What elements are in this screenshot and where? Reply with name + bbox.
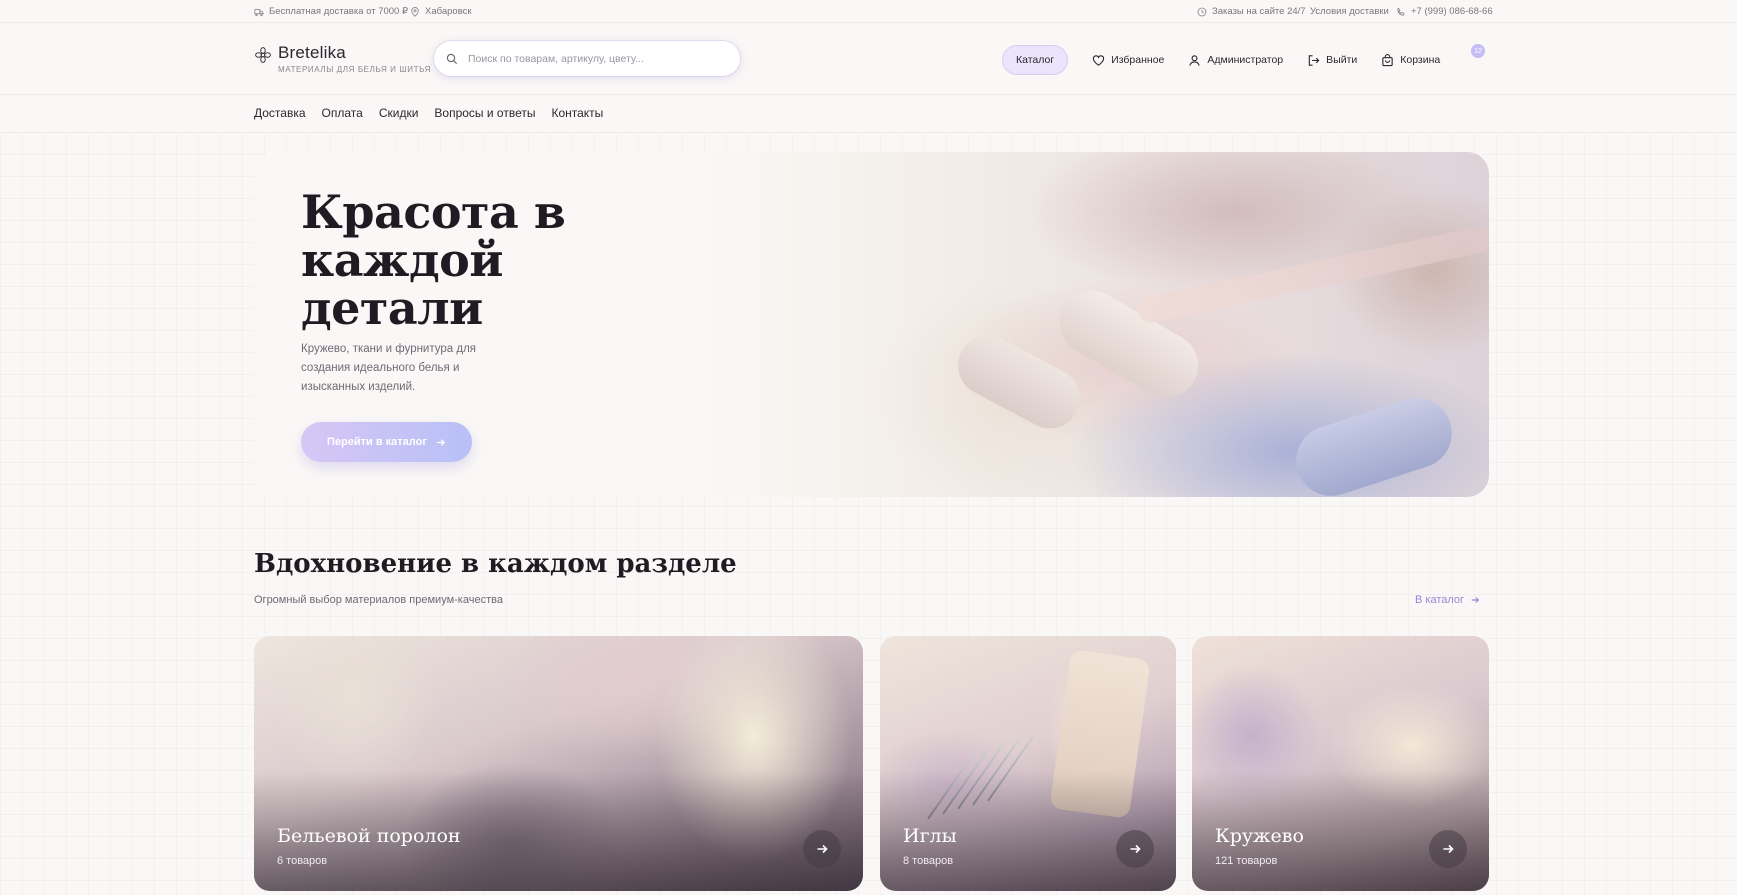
main-header: Bretelika МАТЕРИАЛЫ ДЛЯ БЕЛЬЯ И ШИТЬЯ Ка… — [0, 23, 1737, 95]
delivery-terms-link[interactable]: Условия доставки — [1310, 6, 1389, 17]
logout-button[interactable]: Выйти — [1307, 54, 1357, 67]
cart-label: Корзина — [1400, 54, 1441, 66]
category-card-lace[interactable]: Кружево 121 товаров — [1192, 636, 1489, 891]
arrow-right-icon — [1471, 597, 1480, 603]
category-open-button[interactable] — [803, 830, 841, 868]
truck-icon — [254, 8, 264, 16]
top-utility-bar: Бесплатная доставка от 7000 ₽ Хабаровск … — [0, 0, 1737, 23]
logo[interactable]: Bretelika МАТЕРИАЛЫ ДЛЯ БЕЛЬЯ И ШИТЬЯ — [254, 43, 431, 74]
nav-link-delivery[interactable]: Доставка — [254, 106, 306, 120]
phone-icon — [1397, 7, 1405, 16]
heart-icon — [1093, 54, 1105, 66]
hero-title: Красота в каждой детали — [301, 185, 566, 335]
phone-link[interactable]: +7 (999) 086-68-66 — [1396, 6, 1493, 17]
admin-button[interactable]: Администратор — [1188, 54, 1283, 67]
category-open-button[interactable] — [1429, 830, 1467, 868]
category-count: 8 товаров — [903, 855, 954, 867]
category-title: Бельевой поролон — [277, 825, 461, 847]
go-to-catalog-button[interactable]: Перейти в каталог — [301, 422, 472, 462]
category-title: Иглы — [903, 825, 957, 847]
section-catalog-link-label: В каталог — [1415, 594, 1465, 606]
nav-link-contacts[interactable]: Контакты — [551, 106, 603, 120]
logo-tagline: МАТЕРИАЛЫ ДЛЯ БЕЛЬЯ И ШИТЬЯ — [278, 65, 431, 74]
arrow-right-icon — [817, 844, 828, 854]
cart-button[interactable]: Корзина — [1381, 53, 1441, 67]
logo-name: Bretelika — [278, 43, 346, 62]
arrow-right-icon — [436, 438, 445, 446]
nav-link-faq[interactable]: Вопросы и ответы — [434, 106, 535, 120]
category-title: Кружево — [1215, 825, 1304, 847]
map-pin-icon — [411, 6, 419, 17]
logo-text-block: Bretelika МАТЕРИАЛЫ ДЛЯ БЕЛЬЯ И ШИТЬЯ — [278, 43, 431, 74]
nav-link-payment[interactable]: Оплата — [322, 106, 363, 120]
clock-icon — [1197, 7, 1207, 16]
orders-247-note: Заказы на сайте 24/7 — [1197, 6, 1306, 17]
section-title: Вдохновение в каждом разделе — [254, 549, 737, 579]
arrow-right-icon — [1130, 844, 1141, 854]
hero-ribbon — [1135, 224, 1489, 326]
hero-banner: Красота в каждой детали Кружево, ткани и… — [254, 152, 1489, 497]
section-catalog-link[interactable]: В каталог — [1415, 594, 1480, 606]
search-icon — [446, 53, 458, 64]
catalog-button[interactable]: Каталог — [1002, 45, 1069, 75]
nav-link-discounts[interactable]: Скидки — [379, 106, 419, 120]
hero-lace-roll — [1287, 388, 1461, 497]
favorites-button[interactable]: Избранное — [1092, 54, 1164, 67]
secondary-nav-links: Доставка Оплата Скидки Вопросы и ответы … — [254, 106, 603, 120]
category-open-button[interactable] — [1116, 830, 1154, 868]
user-icon — [1189, 54, 1201, 66]
arrow-right-icon — [1443, 844, 1454, 854]
phone-text: +7 (999) 086-68-66 — [1411, 6, 1493, 17]
search-box[interactable] — [434, 41, 740, 76]
category-count: 6 товаров — [277, 855, 328, 867]
header-actions: Каталог Избранное Администратор Выйти Ко… — [1002, 44, 1485, 75]
shopping-bag-icon — [1382, 53, 1393, 66]
favorites-label: Избранное — [1111, 54, 1165, 66]
free-delivery-note: Бесплатная доставка от 7000 ₽ — [254, 6, 408, 17]
secondary-nav: Доставка Оплата Скидки Вопросы и ответы … — [0, 96, 1737, 133]
free-delivery-text: Бесплатная доставка от 7000 ₽ — [269, 6, 409, 17]
hero-subtitle: Кружево, ткани и фурнитура для создания … — [301, 343, 477, 393]
logout-icon — [1308, 54, 1320, 66]
category-count: 121 товаров — [1215, 855, 1278, 867]
logout-label: Выйти — [1326, 54, 1358, 66]
orders-247-text: Заказы на сайте 24/7 — [1212, 6, 1306, 17]
city-text: Хабаровск — [425, 6, 472, 17]
cart-count-badge: 12 — [1471, 44, 1485, 58]
category-card-foam[interactable]: Бельевой поролон 6 товаров — [254, 636, 863, 891]
section-subtitle: Огромный выбор материалов премиум-качест… — [254, 594, 503, 606]
flower-logo-icon — [255, 47, 271, 63]
go-to-catalog-label: Перейти в каталог — [327, 436, 427, 448]
category-card-needles[interactable]: Иглы 8 товаров — [880, 636, 1176, 891]
catalog-button-label: Каталог — [1016, 54, 1055, 66]
delivery-terms-text: Условия доставки — [1310, 6, 1389, 17]
admin-label: Администратор — [1207, 54, 1284, 66]
city-selector[interactable]: Хабаровск — [410, 6, 472, 17]
search-input[interactable] — [468, 52, 728, 65]
